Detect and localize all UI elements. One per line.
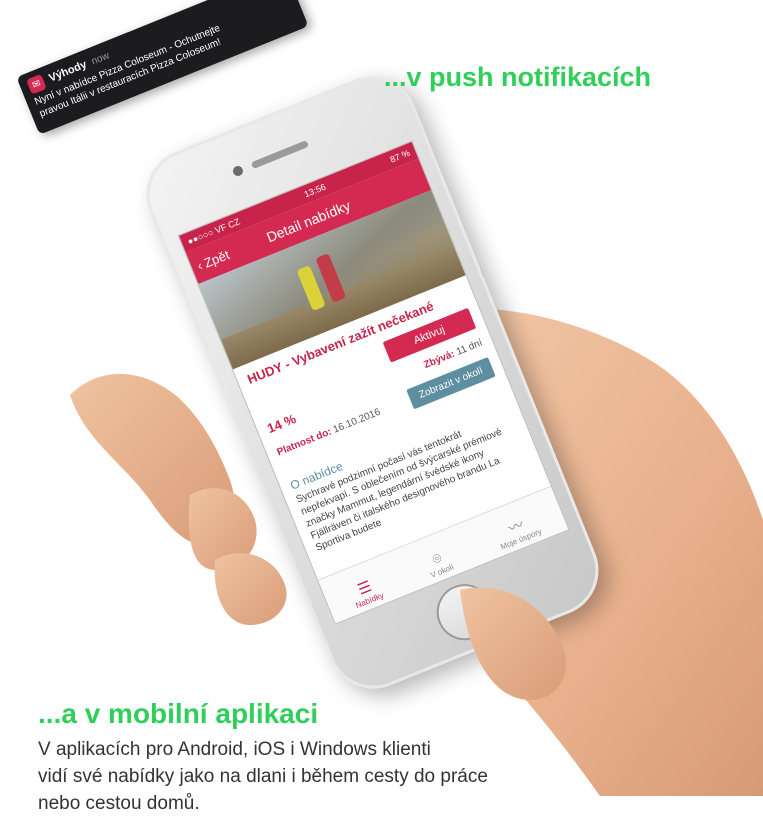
description-line-3: nebo cestou domů. (38, 793, 200, 814)
description-line-1: V aplikacích pro Android, iOS i Windows … (38, 739, 431, 760)
description: V aplikacích pro Android, iOS i Windows … (38, 736, 738, 817)
description-line-2: vidí své nabídky jako na dlani i během c… (38, 766, 488, 787)
hand-front (70, 373, 566, 700)
notification-time: now (89, 49, 111, 67)
heading-push: ...v push notifikacích (384, 62, 652, 92)
heading-app: ...a v mobilní aplikaci (38, 698, 319, 729)
